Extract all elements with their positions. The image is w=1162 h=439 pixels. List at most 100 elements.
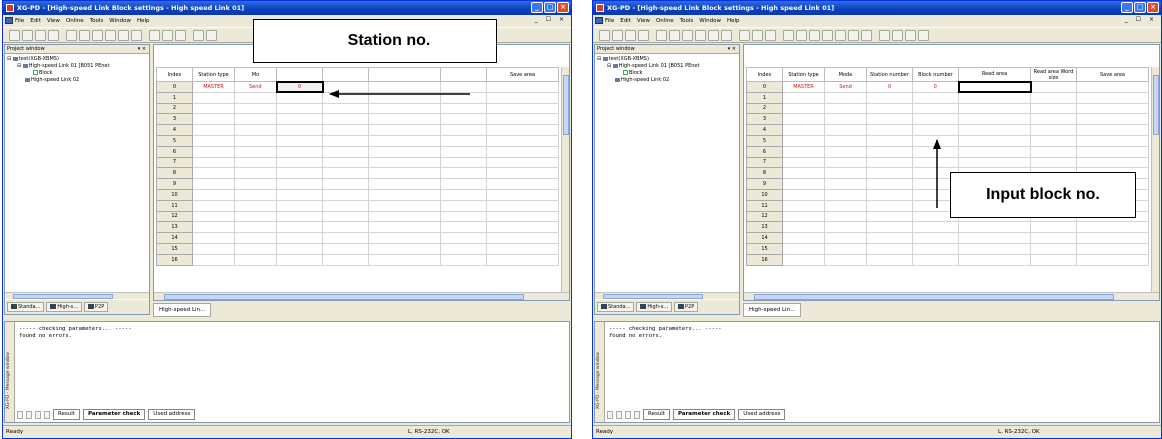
tree-item-link01[interactable]: ⊟ High-speed Link 01 [B051 PEnet bbox=[7, 63, 147, 70]
vertical-scrollbar[interactable] bbox=[561, 67, 569, 300]
table-row[interactable]: 16 bbox=[746, 253, 1149, 266]
cell-station-number[interactable]: 0 bbox=[275, 80, 324, 94]
first-tab-icon[interactable] bbox=[17, 410, 23, 419]
grid-cell[interactable] bbox=[958, 124, 1031, 136]
grid-cell[interactable] bbox=[368, 134, 441, 147]
grid-cell[interactable] bbox=[192, 145, 235, 158]
tab-high-speed[interactable]: High-s... bbox=[636, 302, 673, 312]
col-save-area[interactable]: Save area bbox=[1076, 67, 1149, 82]
grid-cell[interactable] bbox=[1076, 124, 1149, 136]
table-row[interactable]: 1 bbox=[746, 91, 1149, 104]
grid-cell[interactable] bbox=[234, 188, 277, 201]
tab-standard[interactable]: Standa... bbox=[7, 302, 45, 312]
grid-cell[interactable] bbox=[322, 134, 369, 147]
open-icon[interactable] bbox=[612, 29, 623, 41]
tree-item-project[interactable]: ⊟ test(XGB-XBMS) bbox=[597, 56, 737, 63]
grid-cell[interactable] bbox=[486, 134, 559, 147]
copy-icon[interactable] bbox=[695, 29, 706, 41]
grid-cell[interactable] bbox=[912, 253, 959, 266]
cell-mode[interactable]: Send bbox=[234, 81, 277, 93]
zoom-out-icon[interactable] bbox=[765, 29, 776, 41]
menu-window[interactable]: Window bbox=[699, 18, 721, 24]
next-tab-icon[interactable] bbox=[625, 410, 631, 419]
col-index[interactable]: Index bbox=[746, 67, 783, 82]
grid-icon[interactable] bbox=[905, 29, 916, 41]
table-row[interactable]: 15 bbox=[746, 242, 1149, 255]
grid-cell[interactable] bbox=[192, 124, 235, 136]
read-icon[interactable] bbox=[796, 29, 807, 41]
grid-cell[interactable] bbox=[782, 124, 825, 136]
grid-cell[interactable] bbox=[958, 145, 1031, 158]
tab-p2p[interactable]: P2P bbox=[84, 302, 109, 312]
menu-edit[interactable]: Edit bbox=[620, 18, 631, 24]
grid-cell[interactable] bbox=[322, 156, 369, 169]
grid-cell[interactable] bbox=[824, 167, 867, 180]
grid-cell[interactable] bbox=[866, 102, 913, 115]
prev-tab-icon[interactable] bbox=[26, 410, 32, 419]
grid-cell[interactable] bbox=[824, 145, 867, 158]
title-bar[interactable]: XG-PD - [High-speed Link Block settings … bbox=[593, 1, 1161, 15]
table-row[interactable]: 15 bbox=[156, 242, 559, 255]
col-mode[interactable]: Mode bbox=[824, 67, 867, 82]
paste-icon[interactable] bbox=[708, 29, 719, 41]
zoom-in-icon[interactable] bbox=[752, 29, 763, 41]
tree-item-link02[interactable]: High-speed Link 02 bbox=[597, 77, 737, 84]
grid-cell[interactable] bbox=[958, 134, 1031, 147]
options-icon[interactable] bbox=[918, 29, 929, 41]
prev-tab-icon[interactable] bbox=[616, 410, 622, 419]
grid-cell[interactable] bbox=[1076, 134, 1149, 147]
menu-view[interactable]: View bbox=[637, 18, 650, 24]
vertical-scrollbar[interactable] bbox=[1151, 67, 1159, 300]
grid-cell[interactable] bbox=[782, 134, 825, 147]
last-tab-icon[interactable] bbox=[634, 410, 640, 419]
tab-parameter-check[interactable]: Parameter check bbox=[83, 409, 146, 420]
grid-cell[interactable] bbox=[486, 113, 559, 126]
menu-online[interactable]: Online bbox=[656, 18, 674, 24]
grid-cell[interactable] bbox=[782, 210, 825, 223]
tab-result[interactable]: Result bbox=[643, 409, 670, 420]
grid-cell[interactable] bbox=[368, 102, 441, 115]
menu-tools[interactable]: Tools bbox=[680, 18, 694, 24]
grid-cell[interactable] bbox=[192, 242, 235, 255]
new-icon[interactable] bbox=[9, 29, 20, 41]
grid-cell[interactable] bbox=[192, 210, 235, 223]
col-save-area[interactable]: Save area bbox=[486, 67, 559, 82]
cell-station-type[interactable]: MASTER bbox=[192, 81, 235, 93]
menu-online[interactable]: Online bbox=[66, 18, 84, 24]
grid-cell[interactable] bbox=[440, 232, 487, 244]
grid-cell[interactable] bbox=[958, 102, 1031, 115]
grid-cell[interactable] bbox=[866, 113, 913, 126]
grid-cell[interactable] bbox=[192, 221, 235, 234]
grid-cell[interactable] bbox=[824, 134, 867, 147]
grid-cell[interactable] bbox=[486, 232, 559, 244]
new-icon[interactable] bbox=[599, 29, 610, 41]
grid-cell[interactable] bbox=[234, 199, 277, 212]
minimize-button[interactable]: _ bbox=[1121, 2, 1133, 13]
col-block-number[interactable] bbox=[322, 67, 369, 82]
connect-icon[interactable] bbox=[783, 29, 794, 41]
table-row[interactable]: 13 bbox=[156, 221, 559, 234]
grid-cell[interactable] bbox=[234, 178, 277, 190]
grid-cell[interactable] bbox=[234, 232, 277, 244]
grid-cell[interactable] bbox=[368, 221, 441, 234]
tab-high-speed[interactable]: High-s... bbox=[46, 302, 83, 312]
grid-cell[interactable] bbox=[958, 253, 1031, 266]
grid-cell[interactable] bbox=[824, 242, 867, 255]
grid-cell[interactable] bbox=[322, 178, 369, 190]
col-index[interactable]: Index bbox=[156, 67, 193, 82]
grid-cell[interactable] bbox=[782, 253, 825, 266]
grid-cell[interactable] bbox=[322, 91, 369, 104]
grid-cell[interactable] bbox=[322, 102, 369, 115]
grid-cell[interactable] bbox=[440, 113, 487, 126]
grid-cell[interactable] bbox=[440, 81, 487, 93]
grid-cell[interactable] bbox=[912, 102, 959, 115]
grid-cell[interactable] bbox=[440, 253, 487, 266]
tab-used-address[interactable]: Used address bbox=[148, 409, 196, 420]
grid-cell[interactable] bbox=[866, 199, 913, 212]
grid-cell[interactable] bbox=[486, 91, 559, 104]
grid-cell[interactable] bbox=[440, 221, 487, 234]
grid-cell[interactable] bbox=[234, 102, 277, 115]
grid-cell[interactable] bbox=[782, 178, 825, 190]
grid-cell[interactable] bbox=[824, 102, 867, 115]
grid-cell[interactable] bbox=[322, 167, 369, 180]
